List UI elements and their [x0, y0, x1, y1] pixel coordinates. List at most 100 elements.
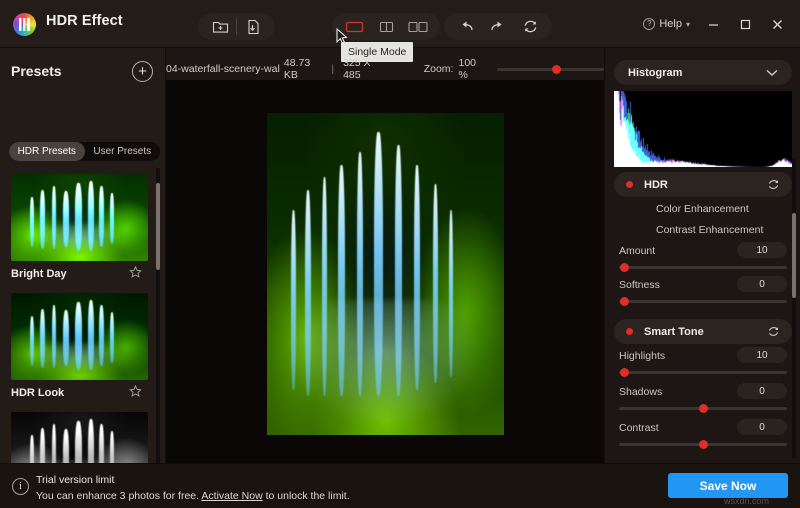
preset-thumbnail[interactable]	[11, 293, 148, 380]
section-header-hdr[interactable]: HDR	[614, 172, 792, 197]
histogram-dropdown[interactable]: Histogram	[614, 60, 792, 85]
toolbar-view-mode-group	[332, 13, 440, 40]
slider-value[interactable]: 0	[737, 383, 787, 399]
presets-sidebar: Presets + HDR Presets User Presets Brigh…	[0, 48, 166, 463]
radio-circle-icon	[635, 225, 646, 236]
image-dimensions: 325 X 485	[343, 57, 386, 81]
preset-name: Bright Day	[11, 268, 67, 280]
watermark: wsxdn.com	[724, 496, 769, 506]
zoom-slider[interactable]	[497, 68, 604, 71]
slider-track[interactable]	[619, 300, 787, 303]
section-title-hdr: HDR	[644, 179, 767, 191]
refresh-icon[interactable]	[767, 178, 780, 191]
radio-label: Color Enhancement	[656, 203, 749, 215]
slider-thumb[interactable]	[620, 368, 629, 377]
slider-thumb[interactable]	[699, 440, 708, 449]
radio-circle-icon	[635, 204, 646, 215]
slider-label: Amount	[619, 245, 655, 257]
waterfall-thumb-art	[11, 174, 148, 261]
window-controls: ? Help ▾	[637, 0, 792, 48]
app-title: HDR Effect	[46, 13, 123, 29]
preset-thumbnail[interactable]	[11, 412, 148, 463]
zoom-control: Zoom: 100 %	[424, 57, 604, 81]
single-view-icon[interactable]	[338, 14, 370, 39]
plus-icon[interactable]: +	[132, 61, 153, 82]
tab-hdr-presets[interactable]: HDR Presets	[9, 142, 85, 161]
trial-text-before: You can enhance 3 photos for free.	[36, 490, 201, 502]
info-circle-icon: i	[12, 478, 29, 495]
file-size: 48.73 KB	[284, 57, 322, 81]
sidebar-scrollbar[interactable]	[156, 168, 160, 463]
save-now-button[interactable]: Save Now	[668, 473, 788, 498]
panel-scrollbar[interactable]	[792, 158, 796, 458]
slider-thumb[interactable]	[699, 404, 708, 413]
help-label: Help	[659, 18, 682, 30]
histogram-dropdown-label: Histogram	[628, 67, 766, 79]
activate-now-link[interactable]: Activate Now	[201, 490, 262, 502]
hdr-effect-window: HDR Effect ? Help ▾ Single Mode 04-water…	[0, 0, 800, 508]
save-file-icon[interactable]	[237, 14, 269, 39]
undo-icon[interactable]	[450, 14, 482, 39]
side-by-side-view-icon[interactable]	[402, 14, 434, 39]
slider-header: Shadows 0	[619, 383, 787, 400]
refresh-icon[interactable]	[767, 325, 780, 338]
preset-label-row: HDR Look	[11, 380, 148, 406]
tab-user-presets[interactable]: User Presets	[85, 142, 161, 161]
smart-tone-enabled-indicator[interactable]	[626, 328, 633, 335]
toolbar-file-group	[198, 13, 275, 40]
maximize-icon[interactable]	[730, 9, 760, 39]
slider-contrast: Contrast 0	[619, 419, 787, 446]
file-name: 04-waterfall-scenery-wallp...	[166, 63, 280, 75]
reset-icon[interactable]	[514, 14, 546, 39]
histogram-graph	[614, 91, 792, 167]
open-folder-icon[interactable]	[204, 14, 236, 39]
slider-thumb[interactable]	[620, 263, 629, 272]
hdr-app-logo-icon	[13, 13, 36, 36]
list-item[interactable]: Basic B/W	[11, 412, 148, 463]
slider-header: Amount 10	[619, 242, 787, 259]
sidebar-scrollbar-thumb[interactable]	[156, 183, 160, 270]
list-item[interactable]: HDR Look	[11, 293, 148, 406]
redo-icon[interactable]	[482, 14, 514, 39]
section-title-smart-tone: Smart Tone	[644, 326, 767, 338]
help-button[interactable]: ? Help ▾	[637, 14, 696, 34]
split-view-icon[interactable]	[370, 14, 402, 39]
slider-track[interactable]	[619, 443, 787, 446]
slider-value[interactable]: 10	[737, 242, 787, 258]
info-separator: |	[331, 63, 334, 75]
radio-contrast-enhancement[interactable]: Contrast Enhancement	[635, 224, 763, 236]
star-outline-icon[interactable]	[129, 266, 142, 279]
slider-label: Shadows	[619, 386, 662, 398]
preview-image[interactable]	[267, 113, 504, 435]
slider-label: Highlights	[619, 350, 665, 362]
waterfall-photo-art	[267, 113, 504, 435]
preset-thumbnail[interactable]	[11, 174, 148, 261]
zoom-value: 100 %	[458, 57, 485, 81]
hdr-enabled-indicator[interactable]	[626, 181, 633, 188]
slider-shadows: Shadows 0	[619, 383, 787, 410]
question-circle-icon: ?	[643, 18, 655, 30]
panel-scrollbar-thumb[interactable]	[792, 213, 796, 298]
slider-track[interactable]	[619, 407, 787, 410]
title-bar: HDR Effect ? Help ▾	[0, 0, 800, 48]
slider-value[interactable]: 10	[737, 347, 787, 363]
star-outline-icon[interactable]	[129, 385, 142, 398]
slider-track[interactable]	[619, 371, 787, 374]
section-header-smart-tone[interactable]: Smart Tone	[614, 319, 792, 344]
list-item[interactable]: Bright Day	[11, 174, 148, 287]
trial-title: Trial version limit	[36, 474, 114, 486]
slider-amount: Amount 10	[619, 242, 787, 269]
slider-value[interactable]: 0	[737, 276, 787, 292]
slider-thumb[interactable]	[620, 297, 629, 306]
slider-track[interactable]	[619, 266, 787, 269]
image-canvas[interactable]	[166, 80, 604, 463]
chevron-down-icon	[766, 64, 778, 82]
radio-color-enhancement[interactable]: Color Enhancement	[635, 203, 749, 215]
slider-value[interactable]: 0	[737, 419, 787, 435]
minimize-icon[interactable]	[698, 9, 728, 39]
close-icon[interactable]	[762, 9, 792, 39]
radio-label: Contrast Enhancement	[656, 224, 763, 236]
waterfall-thumb-art	[11, 293, 148, 380]
zoom-slider-thumb[interactable]	[552, 65, 561, 74]
preset-list: Bright Day HDR Look	[0, 168, 166, 463]
